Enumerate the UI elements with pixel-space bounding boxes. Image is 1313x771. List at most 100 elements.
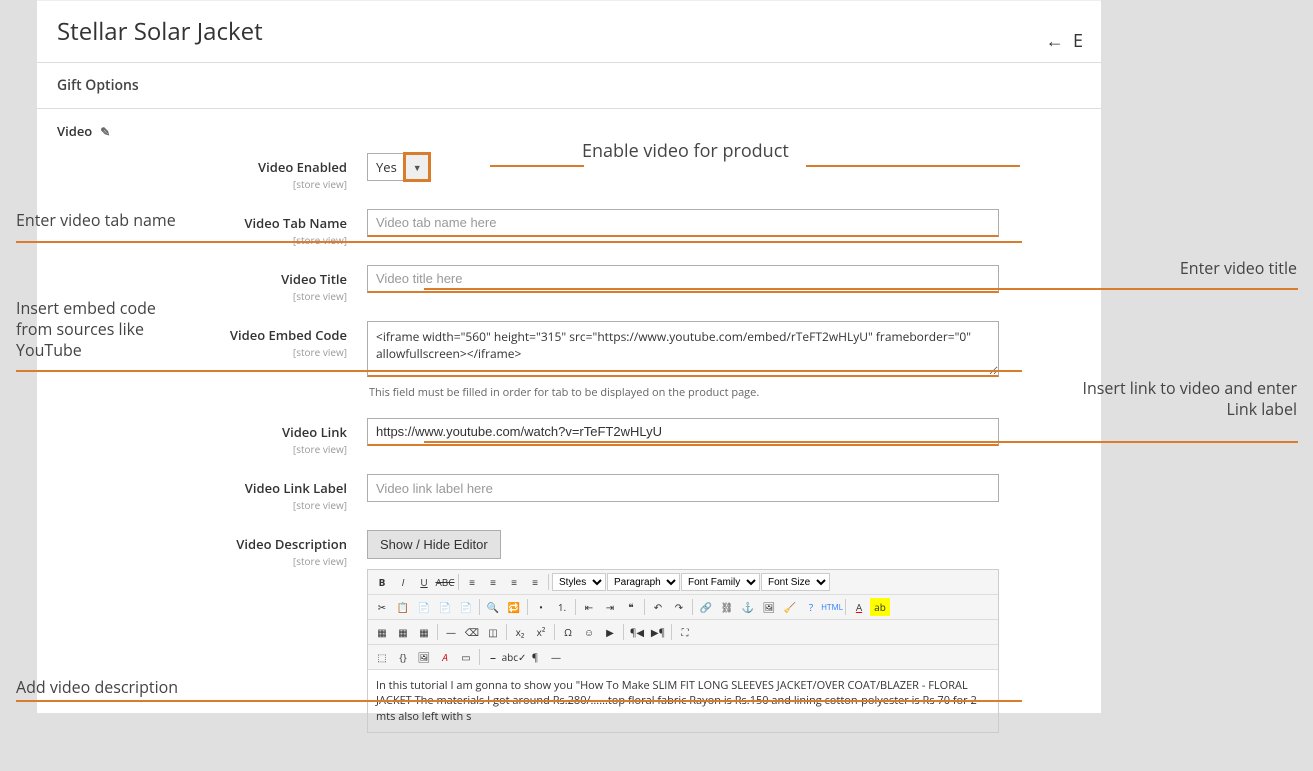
- visual-aid-icon[interactable]: ◫: [483, 623, 503, 641]
- row-video-tab-name: Video Tab Name [store view]: [57, 209, 1081, 247]
- scope-video-embed: [store view]: [57, 345, 347, 359]
- label-video-link-label: Video Link Label: [245, 479, 347, 497]
- row-video-link-label: Video Link Label [store view]: [57, 474, 1081, 512]
- align-center-icon[interactable]: ≡: [483, 573, 503, 591]
- pencil-icon: ✎: [100, 123, 110, 140]
- align-left-icon[interactable]: ≡: [462, 573, 482, 591]
- subscript-icon[interactable]: x₂: [510, 623, 530, 641]
- label-video-link: Video Link: [282, 423, 347, 441]
- scope-video-title: [store view]: [57, 289, 347, 303]
- editor-toolbar-row1: B I U ABC ≡ ≡ ≡ ≡ Styles Paragraph Font …: [368, 570, 998, 595]
- row-video-embed: Video Embed Code [store view] <iframe wi…: [57, 321, 1081, 400]
- table-row-icon[interactable]: ▦: [393, 623, 413, 641]
- ltr-icon[interactable]: ¶◀: [627, 623, 647, 641]
- section-gift-options[interactable]: Gift Options: [37, 62, 1101, 108]
- variable-icon[interactable]: {}: [393, 648, 413, 666]
- show-hide-editor-button[interactable]: Show / Hide Editor: [367, 530, 501, 559]
- media-icon[interactable]: ▶: [600, 623, 620, 641]
- remove-format-icon[interactable]: ⌫: [462, 623, 482, 641]
- row-video-link: Video Link [store view]: [57, 418, 1081, 456]
- scope-video-description: [store view]: [57, 554, 347, 568]
- image-icon[interactable]: 🖼: [759, 598, 779, 616]
- undo-icon[interactable]: ↶: [648, 598, 668, 616]
- paste-icon[interactable]: 📄: [414, 598, 434, 616]
- label-video-embed: Video Embed Code: [230, 326, 347, 344]
- scope-video-enabled: [store view]: [57, 177, 347, 191]
- font-family-select[interactable]: Font Family: [681, 573, 760, 591]
- text-color-icon[interactable]: A: [849, 598, 869, 616]
- underline-icon[interactable]: U: [414, 573, 434, 591]
- align-right-icon[interactable]: ≡: [504, 573, 524, 591]
- scope-video-link: [store view]: [57, 442, 347, 456]
- find-icon[interactable]: 🔍: [483, 598, 503, 616]
- anchor-icon[interactable]: ⚓: [738, 598, 758, 616]
- italic-icon[interactable]: I: [393, 573, 413, 591]
- link-icon[interactable]: 🔗: [696, 598, 716, 616]
- bold-icon[interactable]: B: [372, 573, 392, 591]
- insert-image-icon[interactable]: 🖼: [414, 648, 434, 666]
- outdent-icon[interactable]: ⇤: [579, 598, 599, 616]
- table-cell-icon[interactable]: ▦: [414, 623, 434, 641]
- annotation-link: Insert link to video and enter Link labe…: [1077, 378, 1297, 420]
- emotions-icon[interactable]: ☺: [579, 623, 599, 641]
- paste-word-icon[interactable]: 📄: [456, 598, 476, 616]
- styles-select[interactable]: Styles: [552, 573, 606, 591]
- annotation-video-title: Enter video title: [1180, 258, 1297, 279]
- blockquote-icon[interactable]: ❝: [621, 598, 641, 616]
- replace-icon[interactable]: 🔁: [504, 598, 524, 616]
- html-icon[interactable]: HTML: [822, 598, 842, 616]
- label-video-title: Video Title: [281, 270, 347, 288]
- cut-icon[interactable]: ✂: [372, 598, 392, 616]
- admin-panel: Stellar Solar Jacket ← E Gift Options Vi…: [37, 0, 1101, 713]
- rich-text-editor: B I U ABC ≡ ≡ ≡ ≡ Styles Paragraph Font …: [367, 569, 999, 733]
- paste-text-icon[interactable]: 📄: [435, 598, 455, 616]
- copy-icon[interactable]: 📋: [393, 598, 413, 616]
- editor-toolbar-row3: ▦ ▦ ▦ — ⌫ ◫ x₂ x² Ω ☺ ▶: [368, 620, 998, 645]
- input-video-title[interactable]: [367, 265, 999, 293]
- textarea-video-embed[interactable]: <iframe width="560" height="315" src="ht…: [367, 321, 999, 377]
- row-video-description: Video Description [store view] Show / Hi…: [57, 530, 1081, 733]
- chevron-down-icon[interactable]: ▼: [405, 154, 429, 180]
- bg-color-icon[interactable]: ab: [870, 598, 890, 616]
- align-justify-icon[interactable]: ≡: [525, 573, 545, 591]
- editor-content[interactable]: In this tutorial I am gonna to show you …: [368, 670, 998, 732]
- back-arrow-icon[interactable]: ← E: [1046, 29, 1083, 53]
- rtl-icon[interactable]: ▶¶: [648, 623, 668, 641]
- scope-video-tab-name: [store view]: [57, 233, 347, 247]
- superscript-icon[interactable]: x²: [531, 623, 551, 641]
- hr-icon[interactable]: —: [441, 623, 461, 641]
- indent-icon[interactable]: ⇥: [600, 598, 620, 616]
- section-video-label: Video: [57, 122, 92, 140]
- select-video-enabled[interactable]: Yes ▼: [367, 153, 430, 181]
- help-icon[interactable]: ?: [801, 598, 821, 616]
- direction-icon[interactable]: ¶: [525, 648, 545, 666]
- list-bullet-icon[interactable]: •: [531, 598, 551, 616]
- cleanup-icon[interactable]: 🧹: [780, 598, 800, 616]
- strikethrough-icon[interactable]: ABC: [435, 573, 455, 591]
- widget-icon[interactable]: ⬚: [372, 648, 392, 666]
- font-size-select[interactable]: Font Size: [761, 573, 830, 591]
- section-video[interactable]: Video ✎: [37, 108, 1101, 153]
- hint-video-embed: This field must be filled in order for t…: [369, 385, 999, 400]
- input-video-link-label[interactable]: [367, 474, 999, 502]
- input-video-tab-name[interactable]: [367, 209, 999, 237]
- redo-icon[interactable]: ↷: [669, 598, 689, 616]
- unlink-icon[interactable]: ⛓: [717, 598, 737, 616]
- select-all-icon[interactable]: ▭: [456, 648, 476, 666]
- editor-toolbar-row4: ⬚ {} 🖼 A ▭ ⎯ abc✓ ¶ —: [368, 645, 998, 670]
- format-select[interactable]: Paragraph: [607, 573, 680, 591]
- page-break-icon[interactable]: ⎯: [483, 648, 503, 666]
- special-char-icon[interactable]: Ω: [558, 623, 578, 641]
- table-icon[interactable]: ▦: [372, 623, 392, 641]
- editor-toolbar-row2: ✂ 📋 📄 📄 📄 🔍 🔁 • 1. ⇤ ⇥: [368, 595, 998, 620]
- nonbreaking-icon[interactable]: —: [546, 648, 566, 666]
- font-icon[interactable]: A: [435, 648, 455, 666]
- spellcheck-icon[interactable]: abc✓: [504, 648, 524, 666]
- select-video-enabled-value: Yes: [368, 158, 405, 176]
- row-video-title: Video Title [store view]: [57, 265, 1081, 303]
- row-video-enabled: Video Enabled [store view] Yes ▼: [57, 153, 1081, 191]
- label-video-tab-name: Video Tab Name: [244, 214, 347, 232]
- fullscreen-icon[interactable]: ⛶: [675, 623, 695, 641]
- input-video-link[interactable]: [367, 418, 999, 446]
- list-number-icon[interactable]: 1.: [552, 598, 572, 616]
